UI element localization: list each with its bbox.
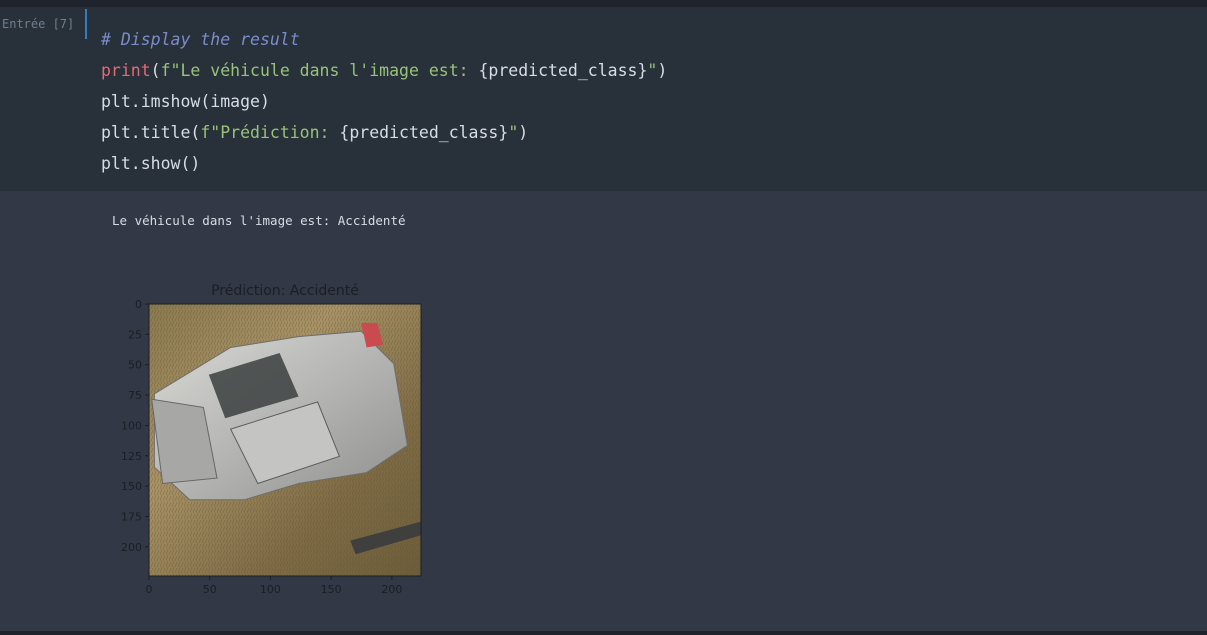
x-tick-label: 50 (203, 583, 217, 596)
code-show: plt.show() (101, 154, 201, 173)
code-editor[interactable]: # Display the result print(f"Le véhicule… (101, 24, 667, 179)
x-tick-label: 0 (146, 583, 153, 596)
output-area: Le véhicule dans l'image est: Accidenté … (0, 191, 1207, 631)
x-tick-label: 200 (381, 583, 402, 596)
cell-selection-bar (85, 9, 87, 39)
window-top-bar (0, 0, 1207, 7)
code-cell[interactable]: Entrée [7] # Display the result print(f"… (0, 7, 1207, 191)
y-tick-label: 50 (128, 359, 142, 372)
window-bottom-bar (0, 631, 1207, 635)
y-axis: 0 25 50 75 100 125 150 175 200 (121, 298, 149, 554)
code-comment: # Display the result (101, 30, 300, 49)
y-tick-label: 75 (128, 389, 142, 402)
image-plot: 0 25 50 75 100 125 150 175 200 0 50 100 150 200 (121, 298, 422, 596)
code-print-fn: print (101, 61, 151, 80)
x-tick-label: 150 (321, 583, 342, 596)
y-tick-label: 0 (135, 298, 142, 311)
code-imshow: plt.imshow(image) (101, 92, 270, 111)
y-tick-label: 125 (121, 450, 142, 463)
cell-prompt: Entrée [7] (2, 17, 75, 31)
y-tick-label: 175 (121, 511, 142, 524)
y-tick-label: 25 (128, 328, 142, 341)
x-axis: 0 50 100 150 200 (146, 576, 402, 596)
y-tick-label: 150 (121, 480, 142, 493)
y-tick-label: 100 (121, 419, 142, 432)
stdout-text: Le véhicule dans l'image est: Accidenté (112, 213, 406, 228)
x-tick-label: 100 (260, 583, 281, 596)
code-title-call: plt.title( (101, 123, 201, 142)
y-tick-label: 200 (121, 541, 142, 554)
code-fstring: f"Le véhicule dans l'image est: (160, 61, 479, 80)
matplotlib-figure: Prédiction: Accidenté 0 25 50 75 100 125… (100, 279, 440, 609)
accident-photo (149, 304, 421, 576)
